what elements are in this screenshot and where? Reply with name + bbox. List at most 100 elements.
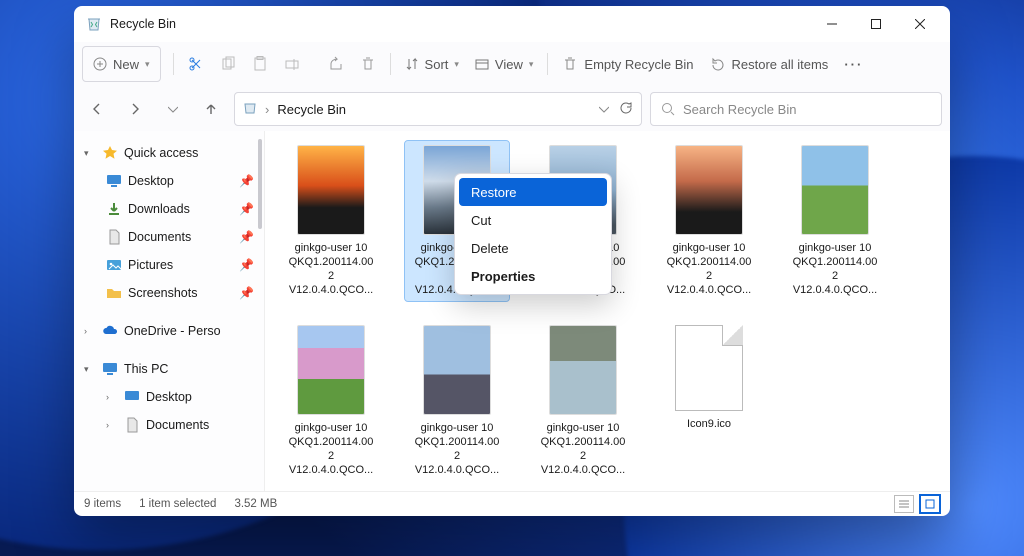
sidebar-item-label: This PC	[124, 362, 168, 376]
share-icon	[328, 56, 344, 72]
context-restore[interactable]: Restore	[459, 178, 607, 206]
cloud-icon	[102, 323, 118, 339]
view-icon	[475, 57, 489, 71]
sidebar-item-quick-access[interactable]: ▾ Quick access	[74, 139, 264, 167]
nav-row: › Recycle Bin Search Recycle Bin	[74, 87, 950, 131]
more-button[interactable]: ···	[836, 47, 871, 81]
status-size: 3.52 MB	[234, 498, 277, 510]
recent-button[interactable]	[158, 94, 188, 124]
up-button[interactable]	[196, 94, 226, 124]
sort-icon	[405, 57, 419, 71]
thumbnail	[423, 325, 491, 415]
folder-icon	[106, 285, 122, 301]
view-details-button[interactable]	[894, 495, 914, 513]
document-icon	[124, 417, 140, 433]
sidebar-item-label: Desktop	[146, 390, 192, 404]
sort-button[interactable]: Sort ▾	[397, 47, 467, 81]
file-name: ginkgo-user 10QKQ1.200114.002V12.0.4.0.Q…	[780, 241, 890, 297]
view-large-icons-button[interactable]	[920, 495, 940, 513]
view-label: View	[495, 57, 523, 72]
chevron-down-icon: ▾	[529, 59, 534, 70]
file-item[interactable]: ginkgo-user 10QKQ1.200114.002V12.0.4.0.Q…	[405, 321, 509, 481]
file-name: ginkgo-user 10QKQ1.200114.002V12.0.4.0.Q…	[654, 241, 764, 297]
delete-button[interactable]	[352, 47, 384, 81]
close-button[interactable]	[898, 6, 942, 42]
search-input[interactable]: Search Recycle Bin	[650, 92, 942, 126]
maximize-button[interactable]	[854, 6, 898, 42]
context-menu: Restore Cut Delete Properties	[454, 173, 612, 295]
cut-button[interactable]	[180, 47, 212, 81]
context-properties[interactable]: Properties	[459, 262, 607, 290]
sidebar-item-desktop[interactable]: Desktop 📌	[74, 167, 264, 195]
address-bar[interactable]: › Recycle Bin	[234, 92, 642, 126]
recycle-bin-icon	[243, 101, 257, 118]
status-selected: 1 item selected	[139, 498, 216, 510]
new-button[interactable]: New ▾	[82, 46, 161, 82]
desktop-icon	[106, 173, 122, 189]
refresh-button[interactable]	[619, 101, 633, 118]
minimize-button[interactable]	[810, 6, 854, 42]
sort-label: Sort	[425, 57, 449, 72]
star-icon	[102, 145, 118, 161]
share-button[interactable]	[320, 47, 352, 81]
sidebar-item-label: Quick access	[124, 146, 198, 160]
thumbnail	[297, 325, 365, 415]
file-name: ginkgo-user 10QKQ1.200114.002V12.0.4.0.Q…	[402, 421, 512, 477]
recycle-bin-icon	[86, 16, 102, 32]
plus-circle-icon	[93, 57, 107, 71]
file-item[interactable]: ginkgo-user 10QKQ1.200114.002V12.0.4.0.Q…	[279, 321, 383, 481]
sidebar-item-screenshots[interactable]: Screenshots 📌	[74, 279, 264, 307]
pin-icon: 📌	[239, 174, 254, 188]
back-button[interactable]	[82, 94, 112, 124]
restore-all-button[interactable]: Restore all items	[702, 47, 837, 81]
sidebar-item-downloads[interactable]: Downloads📌	[74, 195, 264, 223]
sidebar-item-documents[interactable]: Documents📌	[74, 223, 264, 251]
context-delete[interactable]: Delete	[459, 234, 607, 262]
file-item[interactable]: ginkgo-user 10QKQ1.200114.002V12.0.4.0.Q…	[657, 141, 761, 301]
view-button[interactable]: View ▾	[467, 47, 541, 81]
sidebar-item-pictures[interactable]: Pictures📌	[74, 251, 264, 279]
file-item[interactable]: Icon9.ico	[657, 321, 761, 481]
forward-button[interactable]	[120, 94, 150, 124]
scrollbar-thumb[interactable]	[258, 139, 262, 229]
copy-button[interactable]	[212, 47, 244, 81]
breadcrumb[interactable]: Recycle Bin	[277, 102, 346, 117]
paste-button[interactable]	[244, 47, 276, 81]
chevron-down-icon[interactable]	[599, 102, 609, 117]
pin-icon: 📌	[239, 202, 254, 216]
sidebar-item-this-pc[interactable]: ▾ This PC	[74, 355, 264, 383]
pin-icon: 📌	[239, 286, 254, 300]
sidebar-item-label: OneDrive - Perso	[124, 324, 221, 338]
scissors-icon	[188, 56, 204, 72]
sidebar-item-label: Screenshots	[128, 286, 197, 300]
pin-icon: 📌	[239, 258, 254, 272]
file-item[interactable]: ginkgo-user 10QKQ1.200114.002V12.0.4.0.Q…	[783, 141, 887, 301]
trash-icon	[562, 56, 578, 72]
download-icon	[106, 201, 122, 217]
trash-icon	[360, 56, 376, 72]
chevron-right-icon: ›	[106, 392, 118, 402]
status-count: 9 items	[84, 498, 121, 510]
file-name: ginkgo-user 10QKQ1.200114.002V12.0.4.0.Q…	[276, 241, 386, 297]
restore-all-label: Restore all items	[732, 57, 829, 72]
thumbnail	[675, 145, 743, 235]
file-item[interactable]: ginkgo-user 10QKQ1.200114.002V12.0.4.0.Q…	[531, 321, 635, 481]
context-cut[interactable]: Cut	[459, 206, 607, 234]
empty-recycle-bin-button[interactable]: Empty Recycle Bin	[554, 47, 701, 81]
new-label: New	[113, 57, 139, 72]
chevron-right-icon: ›	[106, 420, 118, 430]
rename-button[interactable]	[276, 47, 308, 81]
search-placeholder: Search Recycle Bin	[683, 102, 796, 117]
items-view[interactable]: ginkgo-user 10QKQ1.200114.002V12.0.4.0.Q…	[265, 131, 950, 491]
sidebar-item-label: Documents	[146, 418, 209, 432]
sidebar-item-onedrive[interactable]: › OneDrive - Perso	[74, 317, 264, 345]
sidebar-item-pc-desktop[interactable]: › Desktop	[74, 383, 264, 411]
sidebar-item-label: Desktop	[128, 174, 174, 188]
chevron-down-icon: ▾	[145, 59, 150, 70]
sidebar-item-pc-documents[interactable]: › Documents	[74, 411, 264, 439]
file-item[interactable]: ginkgo-user 10QKQ1.200114.002V12.0.4.0.Q…	[279, 141, 383, 301]
restore-icon	[710, 56, 726, 72]
status-bar: 9 items 1 item selected 3.52 MB	[74, 491, 950, 516]
file-name: ginkgo-user 10QKQ1.200114.002V12.0.4.0.Q…	[528, 421, 638, 477]
document-icon	[106, 229, 122, 245]
